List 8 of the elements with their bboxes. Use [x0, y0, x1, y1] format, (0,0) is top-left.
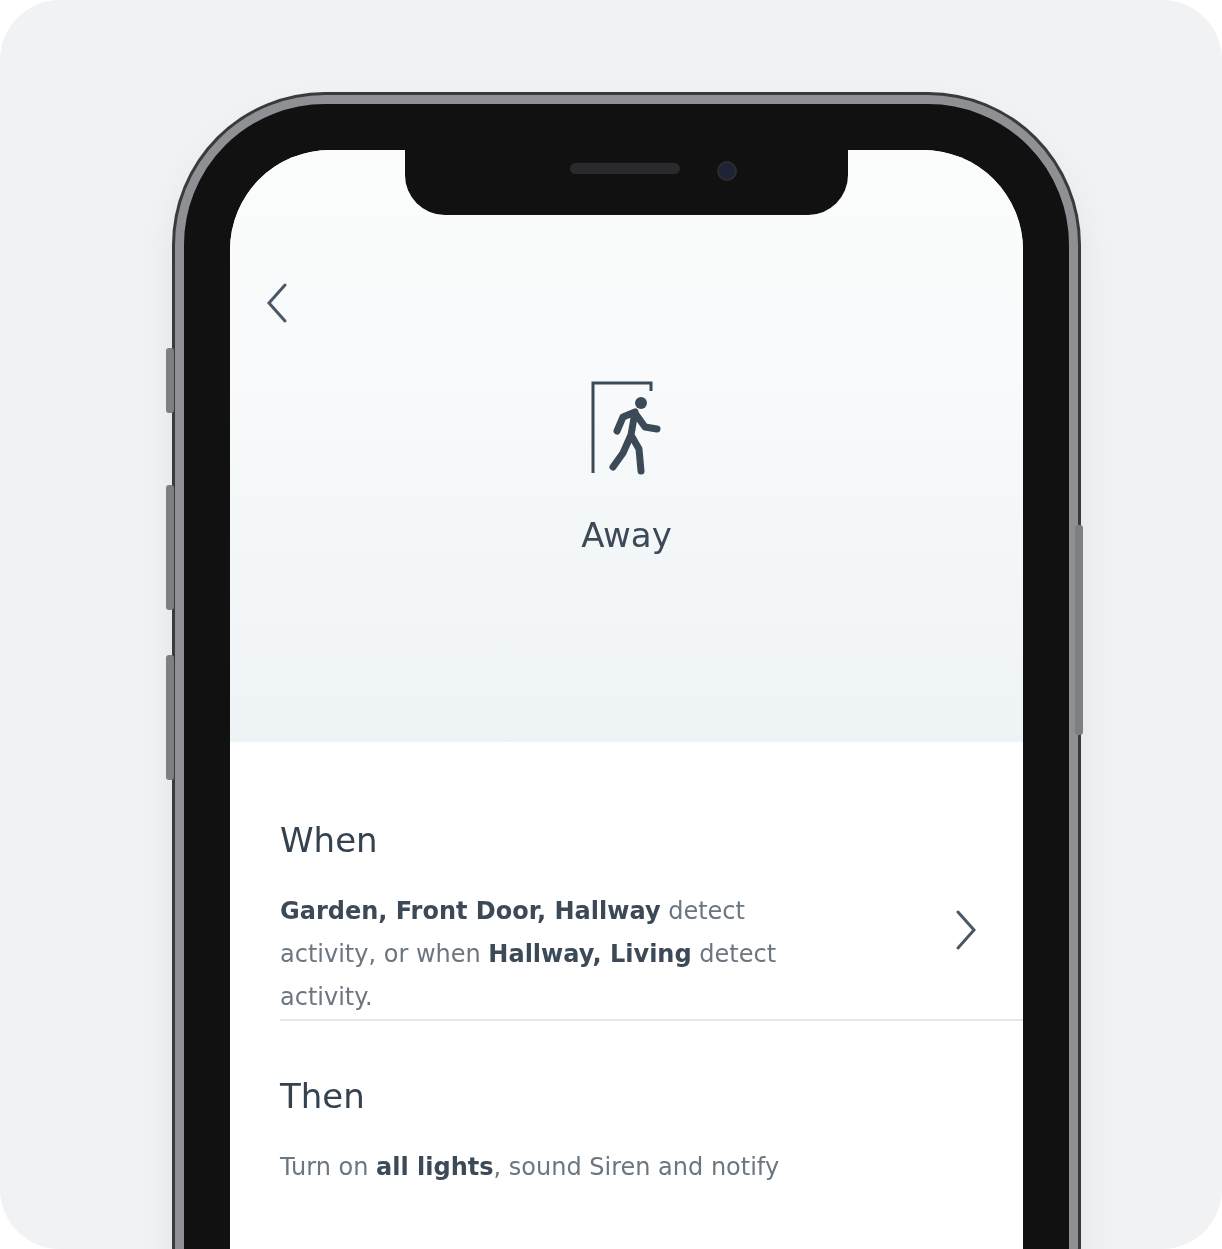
section-description: Turn on all lights, sound Siren and notify: [280, 1152, 781, 1183]
scene-title: Away: [581, 515, 672, 555]
chevron-right-icon[interactable]: [955, 909, 977, 950]
section-description: Garden, Front Door, Hallway detect activity, or when Hallway, Living detect activity.: [280, 896, 778, 1013]
section-heading: When: [280, 820, 379, 860]
back-icon[interactable]: [265, 283, 289, 323]
section-heading: Then: [280, 1076, 366, 1116]
camera-lens: [717, 161, 737, 181]
